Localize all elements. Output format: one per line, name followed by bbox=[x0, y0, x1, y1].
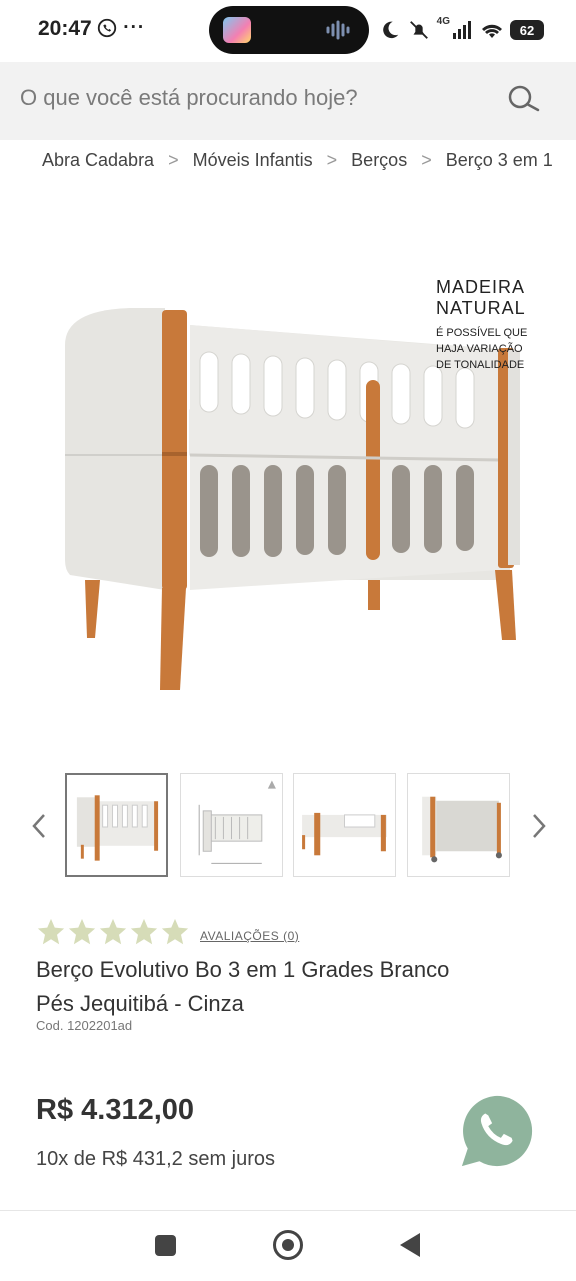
natural-wood-badge: MADEIRA NATURAL É POSSÍVEL QUE HAJA VARI… bbox=[436, 277, 527, 373]
dynamic-island bbox=[209, 6, 369, 54]
breadcrumb: Abra Cadabra > Móveis Infantis > Berços … bbox=[42, 150, 553, 171]
product-title: Berço Evolutivo Bo 3 em 1 Grades Branco … bbox=[36, 953, 516, 1021]
reviews-link[interactable]: AVALIAÇÕES (0) bbox=[200, 929, 299, 943]
badge-title-line1: MADEIRA bbox=[436, 277, 526, 297]
thumbnail-next-button[interactable] bbox=[527, 808, 551, 844]
status-time: 20:47 bbox=[38, 17, 92, 40]
search-icon[interactable] bbox=[506, 84, 542, 114]
muted-bell-icon bbox=[409, 21, 428, 39]
thumbnail-1[interactable] bbox=[65, 773, 168, 877]
status-right-icons: 4G 62 bbox=[379, 16, 544, 44]
breadcrumb-item-bercos[interactable]: Berços bbox=[351, 150, 407, 171]
product-price: R$ 4.312,00 bbox=[36, 1094, 195, 1126]
back-button[interactable] bbox=[400, 1233, 420, 1257]
badge-subtitle: É POSSÍVEL QUE HAJA VARIAÇÃO DE TONALIDA… bbox=[436, 325, 527, 373]
chevron-right-icon: > bbox=[168, 150, 179, 170]
home-button[interactable] bbox=[273, 1230, 303, 1260]
whatsapp-status-icon bbox=[97, 18, 117, 38]
star-icon bbox=[99, 918, 127, 945]
search-input[interactable] bbox=[18, 84, 492, 112]
moon-icon bbox=[382, 21, 398, 39]
breadcrumb-item-moveis-infantis[interactable]: Móveis Infantis bbox=[193, 150, 313, 171]
product-title-line1: Berço Evolutivo Bo 3 em 1 Grades Branco bbox=[36, 957, 450, 982]
badge-title-line2: NATURAL bbox=[436, 298, 526, 318]
thumbnail-3-image bbox=[302, 812, 387, 856]
status-bar: 20:47 ··· 4G 62 bbox=[0, 0, 576, 60]
badge-sub-line3: DE TONALIDADE bbox=[436, 359, 525, 371]
wifi-icon bbox=[482, 24, 502, 38]
chevron-right-icon: > bbox=[326, 150, 338, 170]
star-icon bbox=[37, 918, 65, 945]
thumbnail-4[interactable] bbox=[407, 773, 510, 877]
product-title-line2: Pés Jequitibá - Cinza bbox=[36, 991, 244, 1016]
search-bar bbox=[0, 62, 576, 140]
installments-info: 10x de R$ 431,2 sem juros bbox=[36, 1148, 276, 1170]
network-type: 4G bbox=[436, 16, 450, 27]
breadcrumb-item-current[interactable]: Berço 3 em 1 bbox=[446, 150, 553, 171]
thumbnail-2-image bbox=[198, 780, 276, 864]
chevron-right-icon bbox=[533, 814, 546, 838]
rating-stars bbox=[36, 917, 190, 947]
badge-sub-line1: É POSSÍVEL QUE bbox=[436, 327, 528, 339]
app-icon bbox=[223, 17, 251, 43]
signal-icon bbox=[453, 21, 471, 39]
whatsapp-button[interactable] bbox=[458, 1092, 536, 1170]
badge-sub-line2: HAJA VARIAÇÃO bbox=[436, 343, 523, 355]
thumbnail-prev-button[interactable] bbox=[27, 808, 51, 844]
star-icon bbox=[68, 918, 96, 945]
thumbnail-3[interactable] bbox=[293, 773, 396, 877]
battery-indicator: 62 bbox=[510, 20, 544, 40]
star-icon bbox=[161, 918, 189, 945]
home-dot-icon bbox=[282, 1239, 294, 1251]
thumbnail-1-image bbox=[76, 795, 159, 861]
audio-wave-icon bbox=[326, 20, 350, 40]
star-icon bbox=[130, 918, 158, 945]
system-nav-bar bbox=[0, 1210, 576, 1281]
product-code: Cod. 1202201ad bbox=[36, 1018, 133, 1033]
status-left-icons: ··· bbox=[96, 17, 145, 39]
recents-button[interactable] bbox=[155, 1235, 176, 1256]
chevron-left-icon bbox=[32, 814, 45, 838]
breadcrumb-item-home[interactable]: Abra Cadabra bbox=[42, 150, 154, 171]
thumbnail-2[interactable] bbox=[180, 773, 283, 877]
thumbnail-4-image bbox=[422, 796, 502, 863]
chevron-right-icon: > bbox=[421, 150, 432, 170]
more-dots-icon: ··· bbox=[123, 17, 146, 39]
